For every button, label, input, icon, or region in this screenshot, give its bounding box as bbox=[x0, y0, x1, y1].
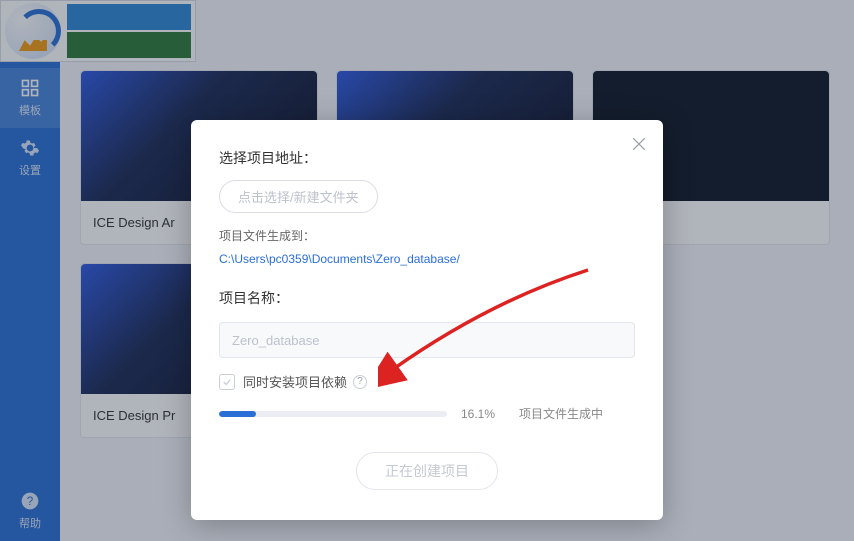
create-project-dialog: 选择项目地址： 点击选择/新建文件夹 项目文件生成到： C:\Users\pc0… bbox=[191, 120, 663, 520]
progress-status: 项目文件生成中 bbox=[519, 405, 603, 422]
progress-row: 16.1% 项目文件生成中 bbox=[219, 405, 635, 422]
progress-percent: 16.1% bbox=[461, 407, 495, 421]
help-circle-icon[interactable]: ? bbox=[353, 375, 367, 389]
install-deps-label: 同时安装项目依赖 bbox=[243, 372, 347, 391]
select-folder-label: 点击选择/新建文件夹 bbox=[238, 190, 359, 205]
checkbox-icon bbox=[219, 374, 235, 390]
progress-fill bbox=[219, 411, 256, 417]
modal-overlay: 选择项目地址： 点击选择/新建文件夹 项目文件生成到： C:\Users\pc0… bbox=[0, 0, 854, 541]
generate-path: C:\Users\pc0359\Documents\Zero_database/ bbox=[219, 252, 635, 266]
create-project-button[interactable]: 正在创建项目 bbox=[356, 452, 498, 490]
install-deps-row[interactable]: 同时安装项目依赖 ? bbox=[219, 372, 635, 391]
section-label-address: 选择项目地址： bbox=[219, 148, 635, 168]
generate-to-label: 项目文件生成到： bbox=[219, 227, 635, 244]
select-folder-button[interactable]: 点击选择/新建文件夹 bbox=[219, 180, 378, 213]
progress-bar bbox=[219, 411, 447, 417]
close-button[interactable] bbox=[629, 134, 649, 154]
create-project-label: 正在创建项目 bbox=[385, 463, 469, 479]
section-label-name: 项目名称： bbox=[219, 288, 635, 308]
project-name-input[interactable] bbox=[219, 322, 635, 358]
